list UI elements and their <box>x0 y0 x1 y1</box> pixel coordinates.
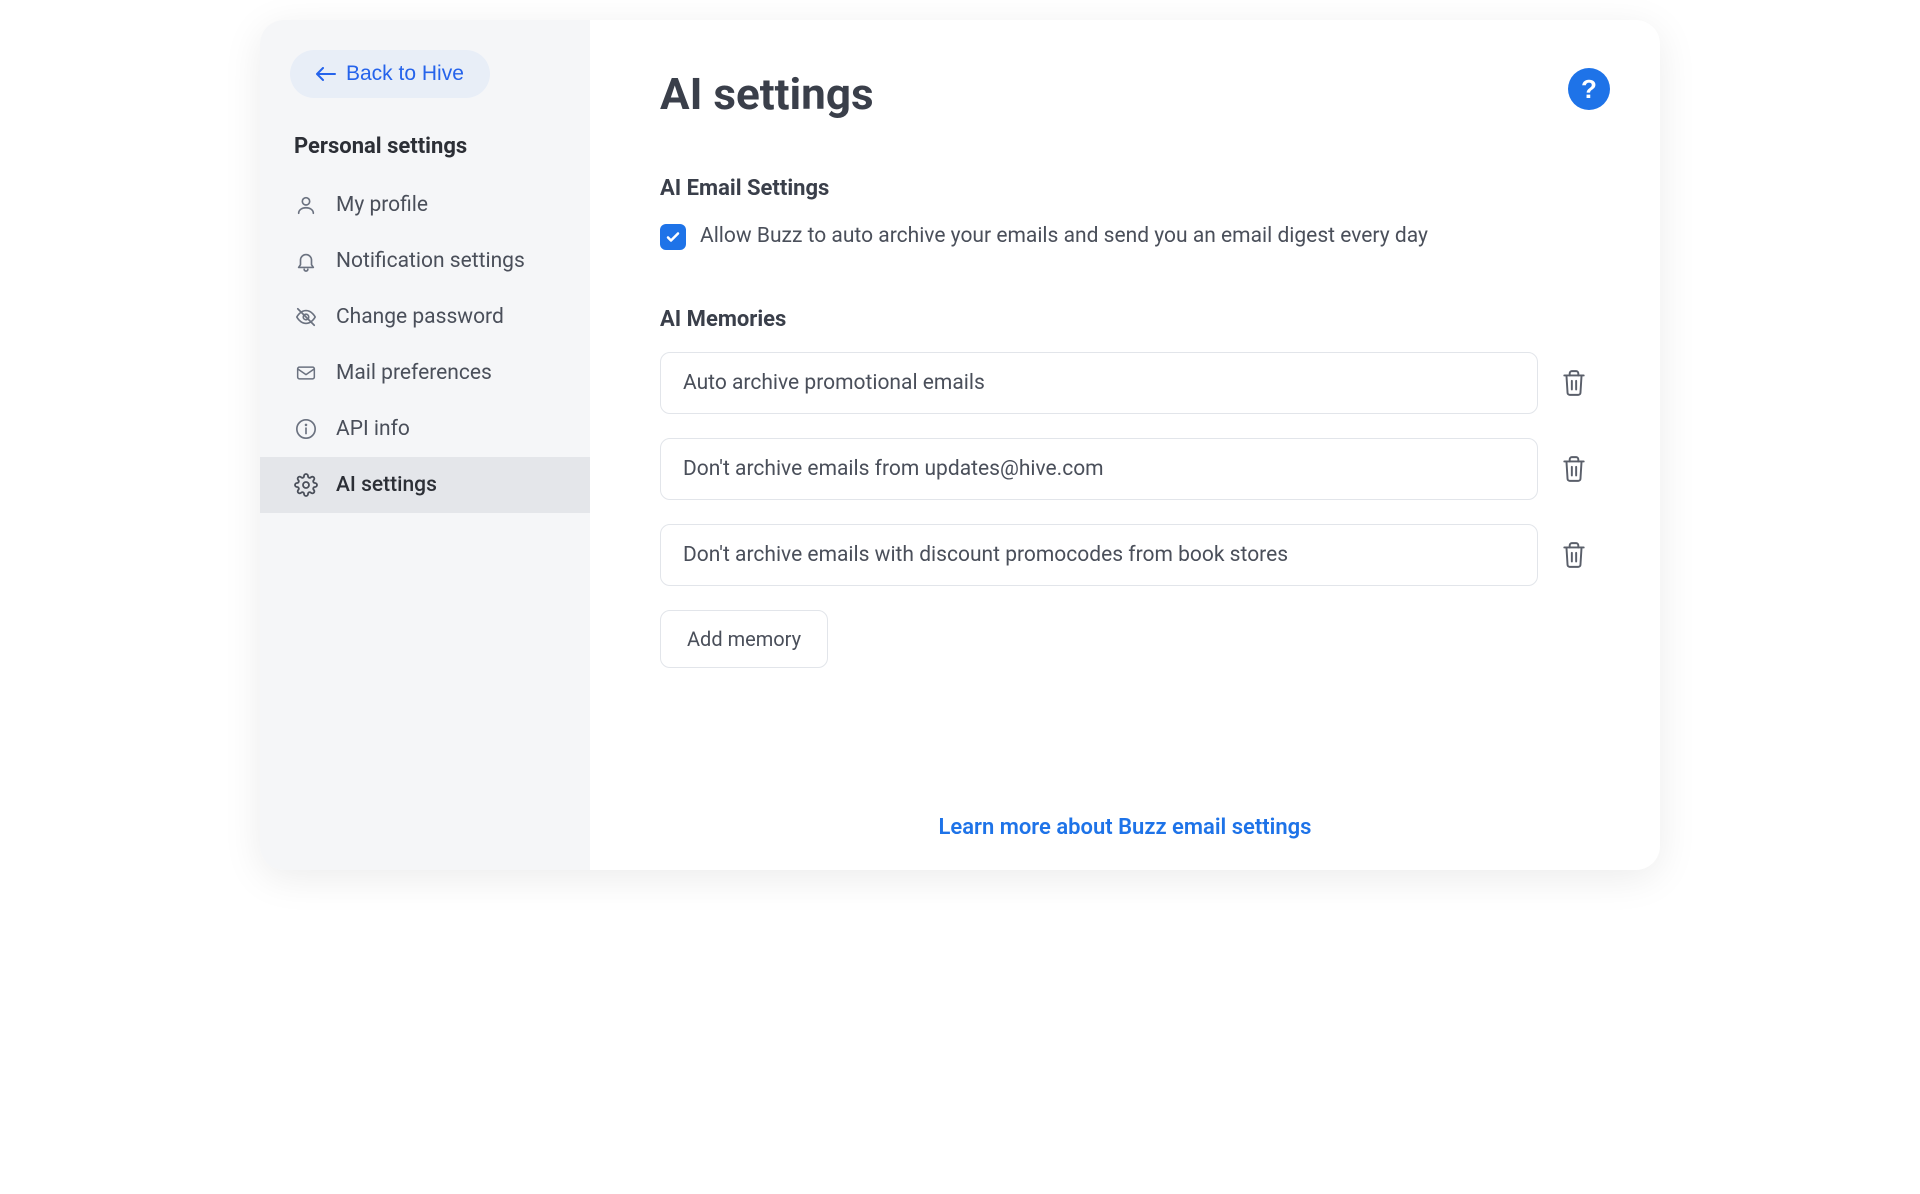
delete-memory-button-1[interactable] <box>1558 453 1590 485</box>
add-memory-button[interactable]: Add memory <box>660 610 828 668</box>
sidebar-item-label: Change password <box>336 305 504 329</box>
memory-row <box>660 524 1590 586</box>
sidebar-item-label: Mail preferences <box>336 361 492 385</box>
back-to-hive-button[interactable]: Back to Hive <box>290 50 490 98</box>
info-icon <box>294 417 318 441</box>
sidebar-item-notification-settings[interactable]: Notification settings <box>260 233 590 289</box>
memory-input-2[interactable] <box>660 524 1538 586</box>
user-icon <box>294 193 318 217</box>
delete-memory-button-2[interactable] <box>1558 539 1590 571</box>
sidebar-item-my-profile[interactable]: My profile <box>260 177 590 233</box>
main-content: ? AI settings AI Email Settings Allow Bu… <box>590 20 1660 870</box>
trash-icon <box>1561 455 1587 483</box>
sidebar-item-label: My profile <box>336 193 428 217</box>
trash-icon <box>1561 369 1587 397</box>
memory-input-0[interactable] <box>660 352 1538 414</box>
eye-off-icon <box>294 305 318 329</box>
check-icon <box>665 229 681 245</box>
sidebar-item-change-password[interactable]: Change password <box>260 289 590 345</box>
app-window: Back to Hive Personal settings My profil… <box>260 20 1660 870</box>
sidebar-section-header: Personal settings <box>260 134 590 177</box>
memory-input-1[interactable] <box>660 438 1538 500</box>
trash-icon <box>1561 541 1587 569</box>
sidebar-item-label: AI settings <box>336 473 437 497</box>
footer: Learn more about Buzz email settings <box>660 775 1590 840</box>
bell-icon <box>294 249 318 273</box>
memory-row <box>660 352 1590 414</box>
help-button[interactable]: ? <box>1568 68 1610 110</box>
memory-row <box>660 438 1590 500</box>
sidebar-item-label: Notification settings <box>336 249 525 273</box>
mail-icon <box>294 361 318 385</box>
sidebar-item-mail-preferences[interactable]: Mail preferences <box>260 345 590 401</box>
auto-archive-label: Allow Buzz to auto archive your emails a… <box>700 221 1428 251</box>
sidebar-item-api-info[interactable]: API info <box>260 401 590 457</box>
sidebar: Back to Hive Personal settings My profil… <box>260 20 590 870</box>
gear-icon <box>294 473 318 497</box>
auto-archive-checkbox[interactable] <box>660 224 686 250</box>
page-title: AI settings <box>660 68 1590 120</box>
memories-title: AI Memories <box>660 307 1590 332</box>
email-settings-title: AI Email Settings <box>660 176 1590 201</box>
back-button-label: Back to Hive <box>346 62 464 86</box>
auto-archive-setting: Allow Buzz to auto archive your emails a… <box>660 221 1590 251</box>
sidebar-item-label: API info <box>336 417 410 441</box>
delete-memory-button-0[interactable] <box>1558 367 1590 399</box>
arrow-left-icon <box>316 67 336 81</box>
sidebar-item-ai-settings[interactable]: AI settings <box>260 457 590 513</box>
learn-more-link[interactable]: Learn more about Buzz email settings <box>939 815 1312 840</box>
